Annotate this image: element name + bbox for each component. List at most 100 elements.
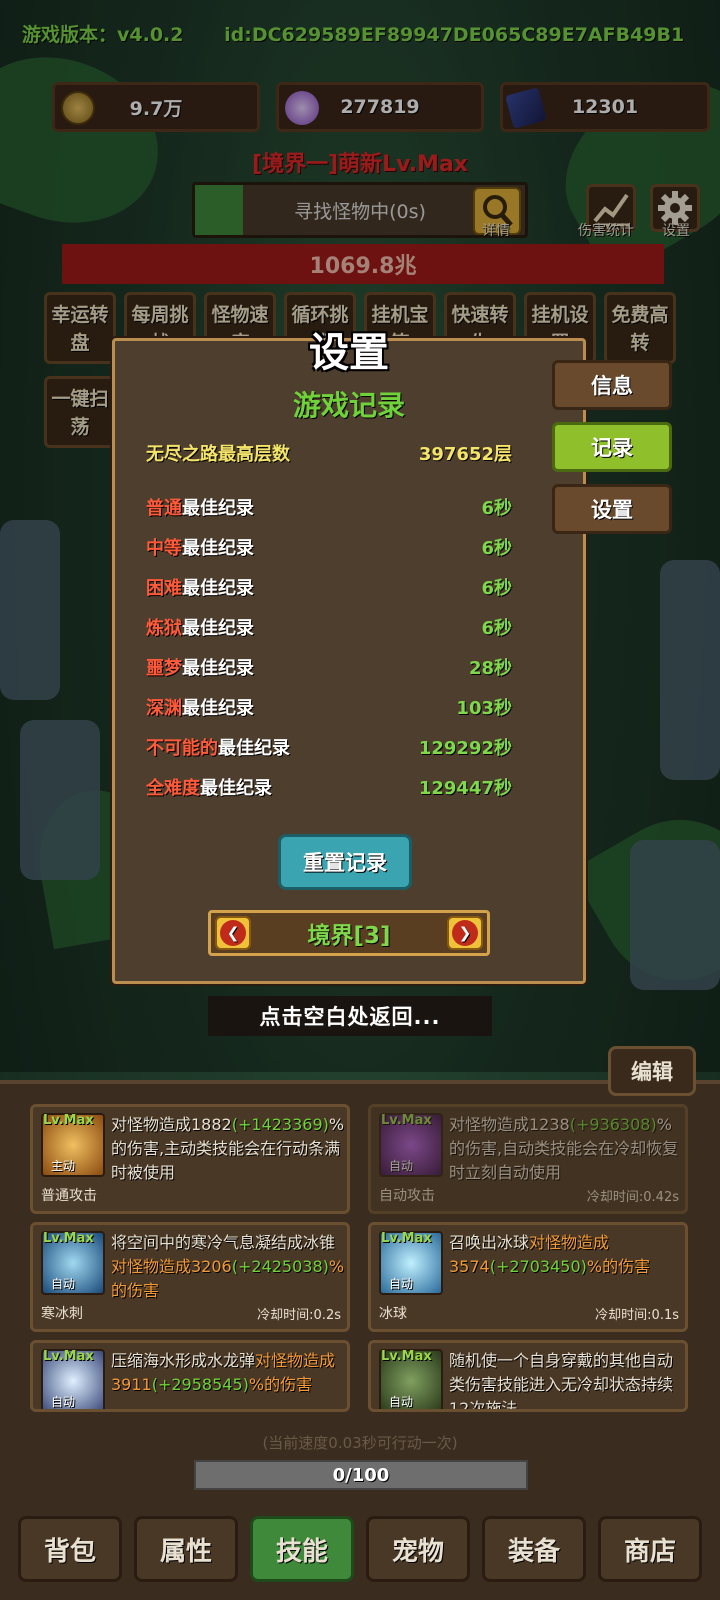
action-progress-bar: 0/100 bbox=[194, 1460, 528, 1490]
record-value: 6秒 bbox=[481, 538, 512, 559]
panel-title: 设置 bbox=[309, 330, 389, 376]
record-label: 最佳纪录 bbox=[182, 498, 254, 519]
record-difficulty: 炼狱 bbox=[146, 618, 182, 639]
skill-level: Lv.Max bbox=[381, 1231, 432, 1246]
skill-description-segment: (+1423369) bbox=[231, 1115, 329, 1134]
nav-shop[interactable]: 商店 bbox=[598, 1516, 702, 1582]
skill-cooldown: 冷却时间:0.1s bbox=[595, 1308, 679, 1323]
record-label: 最佳纪录 bbox=[218, 738, 290, 759]
record-row: 炼狱最佳纪录 6秒 bbox=[146, 614, 512, 640]
edit-button[interactable]: 编辑 bbox=[608, 1046, 696, 1096]
record-difficulty: 中等 bbox=[146, 538, 182, 559]
skill-description: 随机使一个自身穿戴的其他自动类伤害技能进入无冷却状态持续12次施法 bbox=[449, 1349, 685, 1412]
skill-card[interactable]: Lv.Max 主动 普通攻击 对怪物造成1882(+1423369)%的伤害,主… bbox=[30, 1104, 350, 1214]
tab-settings[interactable]: 设置 bbox=[552, 484, 672, 534]
record-row: 噩梦最佳纪录 28秒 bbox=[146, 654, 512, 680]
skill-name: 自动攻击 bbox=[379, 1188, 435, 1204]
chevron-right-icon: ❯ bbox=[452, 920, 478, 946]
record-label: 最佳纪录 bbox=[200, 778, 272, 799]
nav-skills[interactable]: 技能 bbox=[250, 1516, 354, 1582]
record-row: 普通最佳纪录 6秒 bbox=[146, 494, 512, 520]
record-row: 深渊最佳纪录 103秒 bbox=[146, 694, 512, 720]
record-difficulty: 困难 bbox=[146, 578, 182, 599]
skill-cooldown: 冷却时间:0.2s bbox=[257, 1308, 341, 1323]
record-value: 129292秒 bbox=[418, 738, 512, 759]
skill-card[interactable]: Lv.Max 自动 随机使一个自身穿戴的其他自动类伤害技能进入无冷却状态持续12… bbox=[368, 1340, 688, 1412]
skill-description: 压缩海水形成水龙弹对怪物造成3911(+2958545)%的伤害 bbox=[111, 1349, 347, 1397]
skill-description: 召唤出冰球对怪物造成3574(+2703450)%的伤害 bbox=[449, 1231, 685, 1279]
skill-description: 将空间中的寒冷气息凝结成冰锥对怪物造成3206(+2425038)%的伤害 bbox=[111, 1231, 347, 1303]
chevron-left-icon: ❮ bbox=[220, 920, 246, 946]
action-progress-text: 0/100 bbox=[332, 1464, 390, 1486]
skill-description-segment: 召唤出冰球 bbox=[449, 1233, 530, 1252]
skill-level: Lv.Max bbox=[381, 1113, 432, 1128]
nav-equipment[interactable]: 装备 bbox=[482, 1516, 586, 1582]
skill-description-segment: 对怪物造成1882 bbox=[111, 1115, 232, 1134]
skill-kind: 自动 bbox=[389, 1277, 414, 1291]
record-value: 129447秒 bbox=[418, 778, 512, 799]
record-row: 中等最佳纪录 6秒 bbox=[146, 534, 512, 560]
realm-selector-label: 境界[3] bbox=[307, 923, 391, 949]
reset-records-button[interactable]: 重置记录 bbox=[278, 834, 412, 890]
record-value: 6秒 bbox=[481, 498, 512, 519]
skill-kind: 自动 bbox=[51, 1277, 76, 1291]
skill-kind: 主动 bbox=[51, 1159, 76, 1173]
skill-kind: 自动 bbox=[389, 1395, 414, 1409]
skill-description-segment: (+2958545) bbox=[151, 1375, 249, 1394]
skill-description-segment: (+936308) bbox=[569, 1115, 657, 1134]
endless-record-label: 无尽之路最高层数 bbox=[146, 444, 290, 465]
record-row: 不可能的最佳纪录 129292秒 bbox=[146, 734, 512, 760]
skill-description-segment: 对怪物造成3206 bbox=[111, 1257, 232, 1276]
nav-pets[interactable]: 宠物 bbox=[366, 1516, 470, 1582]
record-label: 最佳纪录 bbox=[182, 578, 254, 599]
tab-info[interactable]: 信息 bbox=[552, 360, 672, 410]
prev-realm-button[interactable]: ❮ bbox=[215, 916, 251, 950]
record-difficulty: 深渊 bbox=[146, 698, 182, 719]
record-difficulty: 全难度 bbox=[146, 778, 200, 799]
skill-level: Lv.Max bbox=[43, 1113, 94, 1128]
record-row: 困难最佳纪录 6秒 bbox=[146, 574, 512, 600]
record-value: 6秒 bbox=[481, 618, 512, 639]
skill-description-segment: 对怪物造成1238 bbox=[449, 1115, 570, 1134]
skill-level: Lv.Max bbox=[381, 1349, 432, 1364]
nav-attributes[interactable]: 属性 bbox=[134, 1516, 238, 1582]
skill-level: Lv.Max bbox=[43, 1231, 94, 1246]
record-difficulty: 不可能的 bbox=[146, 738, 218, 759]
endless-record-value: 397652层 bbox=[418, 444, 512, 465]
skill-cooldown: 冷却时间:0.42s bbox=[586, 1190, 679, 1205]
skill-description: 对怪物造成1882(+1423369)%的伤害,主动类技能会在行动条满时被使用 bbox=[111, 1113, 347, 1185]
record-value: 103秒 bbox=[456, 698, 512, 719]
next-realm-button[interactable]: ❯ bbox=[447, 916, 483, 950]
skill-card[interactable]: Lv.Max 自动 自动攻击 对怪物造成1238(+936308)%的伤害,自动… bbox=[368, 1104, 688, 1214]
skill-description-segment: (+2425038) bbox=[231, 1257, 329, 1276]
skill-description-segment: %的伤害 bbox=[586, 1257, 651, 1276]
skill-name: 冰球 bbox=[379, 1306, 407, 1322]
record-row: 全难度最佳纪录 129447秒 bbox=[146, 774, 512, 800]
record-label: 最佳纪录 bbox=[182, 658, 254, 679]
skill-description-segment: %的伤害 bbox=[248, 1375, 313, 1394]
record-label: 最佳纪录 bbox=[182, 538, 254, 559]
skill-card[interactable]: Lv.Max 自动 寒冰刺 将空间中的寒冷气息凝结成冰锥对怪物造成3206(+2… bbox=[30, 1222, 350, 1332]
skill-description-segment: 随机使一个自身穿戴的其他自动类伤害技能进入无冷却状态持续12次施法 bbox=[449, 1351, 674, 1412]
nav-backpack[interactable]: 背包 bbox=[18, 1516, 122, 1582]
record-label: 最佳纪录 bbox=[182, 618, 254, 639]
skill-kind: 自动 bbox=[389, 1159, 414, 1173]
action-speed-text: (当前速度0.03秒可行动一次) bbox=[262, 1434, 458, 1452]
realm-selector: ❮ 境界[3] ❯ bbox=[208, 910, 490, 956]
record-difficulty: 噩梦 bbox=[146, 658, 182, 679]
endless-record-row: 无尽之路最高层数 397652层 bbox=[146, 440, 512, 466]
record-difficulty: 普通 bbox=[146, 498, 182, 519]
skill-description: 对怪物造成1238(+936308)%的伤害,自动类技能会在冷却恢复时立刻自动使… bbox=[449, 1113, 685, 1185]
skill-card[interactable]: Lv.Max 自动 压缩海水形成水龙弹对怪物造成3911(+2958545)%的… bbox=[30, 1340, 350, 1412]
skill-card[interactable]: Lv.Max 自动 冰球 召唤出冰球对怪物造成3574(+2703450)%的伤… bbox=[368, 1222, 688, 1332]
record-label: 最佳纪录 bbox=[182, 698, 254, 719]
record-value: 6秒 bbox=[481, 578, 512, 599]
record-value: 28秒 bbox=[468, 658, 512, 679]
skill-level: Lv.Max bbox=[43, 1349, 94, 1364]
skill-name: 普通攻击 bbox=[41, 1188, 97, 1204]
skill-description-segment: 将空间中的寒冷气息凝结成冰锥 bbox=[111, 1233, 336, 1252]
panel-subtitle: 游戏记录 bbox=[292, 389, 405, 422]
tab-records[interactable]: 记录 bbox=[552, 422, 672, 472]
skill-description-segment: (+2703450) bbox=[489, 1257, 587, 1276]
close-hint[interactable]: 点击空白处返回... bbox=[208, 996, 492, 1036]
